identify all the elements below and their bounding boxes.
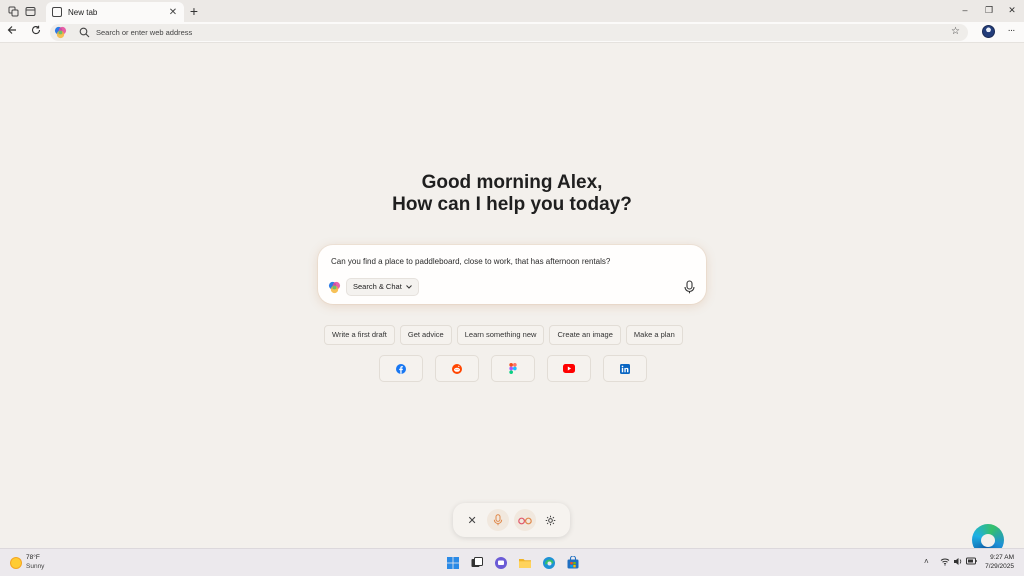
favorites-star-icon[interactable]: ☆ <box>951 26 963 38</box>
tab-bar: New tab ✕ + – ❐ ✕ <box>0 0 1024 22</box>
close-window-button[interactable]: ✕ <box>1003 2 1021 18</box>
greeting-line-2: How can I help you today? <box>392 194 632 215</box>
refresh-button[interactable] <box>28 24 44 40</box>
greeting-heading: Good morning Alex, How can I help you to… <box>312 172 712 216</box>
sun-icon[interactable] <box>10 557 22 569</box>
quick-link-linkedin[interactable] <box>603 355 647 382</box>
new-tab-button[interactable]: + <box>186 3 202 19</box>
quick-link-figma[interactable] <box>491 355 535 382</box>
edge-browser-icon[interactable] <box>542 556 556 570</box>
linkedin-icon <box>620 363 630 374</box>
back-button[interactable] <box>4 24 20 40</box>
browser-toolbar: Search or enter web address ☆ ··· <box>0 22 1024 43</box>
file-explorer-icon[interactable] <box>518 556 532 570</box>
prompt-input[interactable]: Can you find a place to paddleboard, clo… <box>331 257 610 266</box>
gear-icon <box>546 515 556 525</box>
address-bar[interactable]: Search or enter web address ☆ <box>50 24 968 41</box>
close-voice-button[interactable]: ✕ <box>461 509 483 531</box>
voice-mic-button[interactable] <box>487 509 510 531</box>
tab-new-tab[interactable]: New tab ✕ <box>46 2 184 22</box>
suggestion-get-advice[interactable]: Get advice <box>399 325 452 345</box>
weather-condition[interactable]: Sunny <box>26 563 44 570</box>
quick-link-reddit[interactable] <box>435 355 479 382</box>
vision-button[interactable] <box>513 509 536 531</box>
mode-label: Search & Chat <box>353 282 402 291</box>
wifi-icon[interactable] <box>940 557 950 566</box>
copilot-icon <box>328 281 341 294</box>
back-arrow-icon <box>7 26 16 34</box>
quick-link-youtube[interactable] <box>547 355 591 382</box>
clock-time[interactable]: 9:27 AM <box>986 554 1014 561</box>
greeting-line-1: Good morning Alex, <box>421 172 603 193</box>
speaker-icon[interactable] <box>953 557 963 566</box>
battery-icon[interactable] <box>966 557 977 565</box>
restore-button[interactable]: ❐ <box>980 2 998 18</box>
suggestion-chips: Write a first draft Get advice Learn som… <box>324 325 683 345</box>
microphone-icon <box>494 514 503 526</box>
more-menu-button[interactable]: ··· <box>1004 24 1018 40</box>
chevron-down-icon <box>405 285 412 289</box>
quick-links <box>379 355 647 382</box>
youtube-icon <box>563 364 575 373</box>
tab-title: New tab <box>68 7 98 17</box>
new-tab-favicon-icon <box>52 7 62 17</box>
clock-date[interactable]: 7/29/2025 <box>982 563 1014 570</box>
weather-temperature[interactable]: 78°F <box>26 554 40 561</box>
suggestion-write-first-draft[interactable]: Write a first draft <box>324 325 395 345</box>
task-view-icon[interactable] <box>470 556 484 570</box>
copilot-icon[interactable] <box>54 26 67 39</box>
microphone-icon[interactable] <box>683 280 696 294</box>
facebook-icon <box>396 363 406 374</box>
chevron-up-icon[interactable]: ˄ <box>924 557 929 566</box>
search-icon <box>79 27 90 38</box>
profile-avatar[interactable] <box>982 25 995 38</box>
suggestion-learn-something-new[interactable]: Learn something new <box>456 325 545 345</box>
close-tab-icon[interactable]: ✕ <box>168 7 178 18</box>
mode-dropdown[interactable]: Search & Chat <box>346 278 419 296</box>
minimize-button[interactable]: – <box>956 2 974 18</box>
chat-composer[interactable]: Can you find a place to paddleboard, clo… <box>318 245 706 304</box>
workspaces-icon[interactable] <box>6 4 20 18</box>
voice-settings-button[interactable] <box>540 509 562 531</box>
glasses-icon <box>517 517 532 524</box>
suggestion-create-image[interactable]: Create an image <box>549 325 621 345</box>
refresh-icon <box>32 25 41 35</box>
start-windows-icon[interactable] <box>446 556 460 570</box>
quick-link-facebook[interactable] <box>379 355 423 382</box>
address-placeholder[interactable]: Search or enter web address <box>96 28 192 37</box>
figma-icon <box>509 363 517 374</box>
suggestion-make-plan[interactable]: Make a plan <box>625 325 683 345</box>
taskbar: 78°F Sunny ˄ 9:27 AM 7/29/2025 <box>0 548 1024 576</box>
voice-control-bar: ✕ <box>453 503 570 537</box>
tab-actions-icon[interactable] <box>23 4 37 18</box>
store-icon[interactable] <box>566 556 580 570</box>
reddit-icon <box>452 363 462 374</box>
chat-app-icon[interactable] <box>494 556 508 570</box>
